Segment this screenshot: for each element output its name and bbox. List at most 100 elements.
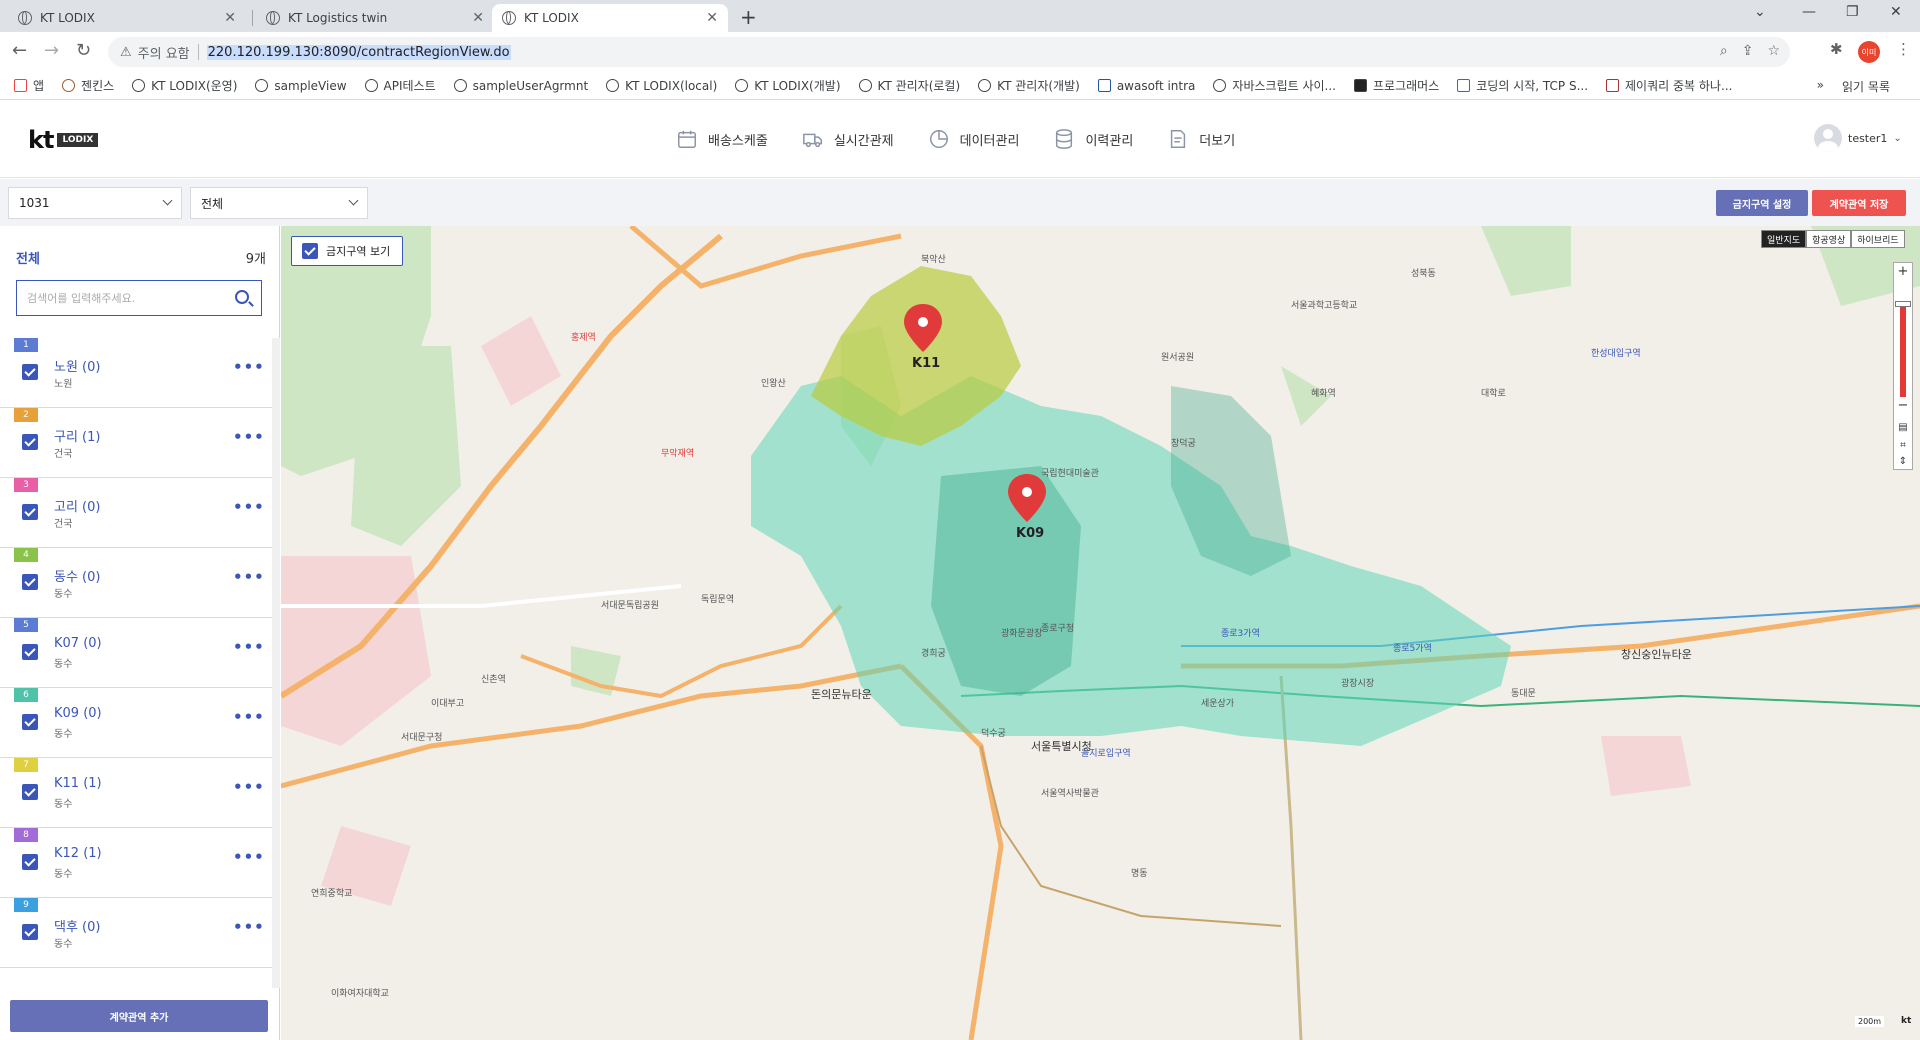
bookmark-item[interactable]: API테스트: [364, 77, 436, 94]
close-icon[interactable]: ✕: [706, 10, 718, 26]
bookmark-item[interactable]: sampleUserAgrmnt: [453, 79, 588, 93]
region-checkbox[interactable]: [22, 574, 38, 590]
region-checkbox[interactable]: [22, 854, 38, 870]
close-icon[interactable]: ✕: [472, 10, 484, 26]
share-icon[interactable]: ⇪: [1742, 43, 1754, 59]
menu-icon[interactable]: ⋮: [1896, 40, 1911, 58]
list-item[interactable]: 2 구리 (1) 건국 •••: [0, 408, 272, 478]
bookmark-star-icon[interactable]: ☆: [1767, 43, 1780, 59]
map-type-normal[interactable]: 일반지도: [1761, 230, 1807, 248]
bookmark-item[interactable]: 젠킨스: [62, 77, 114, 94]
more-icon[interactable]: •••: [233, 498, 265, 516]
restore-icon[interactable]: ❐: [1846, 4, 1859, 20]
bookmark-item[interactable]: 자바스크립트 사이...: [1213, 77, 1336, 94]
region-checkbox[interactable]: [22, 714, 38, 730]
kt-lodix-logo[interactable]: kt LODIX: [28, 126, 99, 154]
sidebar-scrollbar[interactable]: [272, 338, 280, 988]
region-checkbox[interactable]: [22, 504, 38, 520]
nav-delivery-schedule[interactable]: 배송스케줄: [676, 128, 768, 150]
list-item[interactable]: 9 댁후 (0) 동수 •••: [0, 898, 272, 968]
region-name[interactable]: 노원 (0): [54, 356, 100, 375]
back-icon[interactable]: ←: [12, 40, 27, 61]
region-checkbox[interactable]: [22, 644, 38, 660]
map-canvas[interactable]: [281, 226, 1920, 1040]
region-name[interactable]: K09 (0): [54, 706, 102, 721]
address-bar[interactable]: ⚠ 주의 요함 220.120.199.130:8090/contractReg…: [108, 37, 1790, 67]
list-item[interactable]: 3 고리 (0) 건국 •••: [0, 478, 272, 548]
minimize-icon[interactable]: —: [1802, 4, 1816, 20]
map-type-satellite[interactable]: 항공영상: [1806, 230, 1852, 248]
region-checkbox[interactable]: [22, 434, 38, 450]
more-icon[interactable]: •••: [233, 708, 265, 726]
bookmark-item[interactable]: sampleView: [255, 79, 347, 93]
search-input[interactable]: [27, 291, 227, 305]
map-tool-icon[interactable]: ▤: [1894, 419, 1912, 437]
show-no-go-zone-checkbox[interactable]: [302, 243, 318, 259]
region-name[interactable]: K07 (0): [54, 636, 102, 651]
list-item[interactable]: 1 노원 (0) 노원 •••: [0, 338, 272, 408]
more-icon[interactable]: •••: [233, 918, 265, 936]
zoom-out-icon[interactable]: −: [1894, 397, 1912, 415]
region-name[interactable]: 동수 (0): [54, 566, 100, 585]
region-name[interactable]: 댁후 (0): [54, 916, 100, 935]
region-search-box[interactable]: [16, 280, 262, 316]
nav-realtime-control[interactable]: 실시간관제: [802, 128, 894, 150]
bookmark-item[interactable]: 프로그래머스: [1354, 77, 1439, 94]
bookmark-item[interactable]: KT LODIX(local): [606, 79, 717, 93]
more-icon[interactable]: •••: [233, 848, 265, 866]
zoom-icon[interactable]: ⌕: [1720, 43, 1728, 59]
forward-icon[interactable]: →: [44, 40, 59, 61]
nav-more[interactable]: 더보기: [1167, 128, 1235, 150]
more-icon[interactable]: •••: [233, 428, 265, 446]
bookmark-item[interactable]: KT 관리자(로컬): [858, 77, 960, 94]
list-item[interactable]: 6 K09 (0) 동수 •••: [0, 688, 272, 758]
map-view[interactable]: K11 K09 서대문구청 서울특별시청 광화문광장 종로구청 국립현대미술관 …: [281, 226, 1920, 1040]
user-menu[interactable]: tester1 ⌄: [1814, 124, 1902, 152]
new-tab-icon[interactable]: +: [740, 5, 757, 29]
marker-k11-label[interactable]: K11: [912, 356, 940, 371]
close-icon[interactable]: ✕: [224, 10, 236, 26]
add-contract-region-button[interactable]: 계약관역 추가: [10, 1000, 268, 1032]
no-go-zone-setting-button[interactable]: 금지구역 설정: [1716, 190, 1808, 216]
more-icon[interactable]: •••: [233, 568, 265, 586]
bookmark-item[interactable]: KT LODIX(운영): [132, 77, 237, 94]
bookmark-apps[interactable]: 앱: [14, 77, 44, 94]
more-icon[interactable]: •••: [233, 638, 265, 656]
nav-history-management[interactable]: 이력관리: [1053, 128, 1133, 150]
type-select[interactable]: 전체: [190, 187, 368, 219]
zoom-slider-track[interactable]: [1900, 303, 1906, 397]
search-icon[interactable]: [235, 290, 249, 304]
more-icon[interactable]: •••: [233, 778, 265, 796]
reload-icon[interactable]: ↻: [76, 40, 91, 61]
browser-tab-3-active[interactable]: KT LODIX ✕: [492, 4, 728, 32]
more-icon[interactable]: •••: [233, 358, 265, 376]
map-type-hybrid[interactable]: 하이브리드: [1851, 230, 1905, 248]
region-name[interactable]: K11 (1): [54, 776, 102, 791]
marker-k09-label[interactable]: K09: [1016, 526, 1044, 541]
tab-search-icon[interactable]: ⌄: [1754, 4, 1766, 20]
region-checkbox[interactable]: [22, 924, 38, 940]
window-close-icon[interactable]: ✕: [1890, 4, 1902, 20]
browser-tab-2[interactable]: KT Logistics twin ✕: [256, 4, 494, 32]
region-name[interactable]: K12 (1): [54, 846, 102, 861]
bookmark-item[interactable]: awasoft intra: [1097, 79, 1195, 93]
reading-list[interactable]: 읽기 목록: [1842, 78, 1890, 95]
warning-icon[interactable]: ⚠: [120, 45, 132, 60]
region-checkbox[interactable]: [22, 784, 38, 800]
bookmark-item[interactable]: KT LODIX(개발): [735, 77, 841, 94]
save-contract-region-button[interactable]: 계약관역 저장: [1812, 190, 1906, 216]
browser-tab-1[interactable]: KT LODIX ✕: [8, 4, 246, 32]
list-item[interactable]: 8 K12 (1) 동수 •••: [0, 828, 272, 898]
list-item[interactable]: 7 K11 (1) 동수 •••: [0, 758, 272, 828]
show-no-go-zone-toggle[interactable]: 금지구역 보기: [291, 236, 404, 266]
bookmarks-overflow-icon[interactable]: »: [1817, 78, 1824, 95]
zoom-slider-handle[interactable]: [1895, 301, 1911, 307]
nav-data-management[interactable]: 데이터관리: [928, 128, 1019, 150]
contract-select[interactable]: 1031: [8, 187, 182, 219]
profile-avatar[interactable]: 이미: [1858, 41, 1880, 63]
list-item[interactable]: 4 동수 (0) 동수 •••: [0, 548, 272, 618]
all-label[interactable]: 전체: [16, 248, 40, 267]
region-name[interactable]: 고리 (0): [54, 496, 100, 515]
region-checkbox[interactable]: [22, 364, 38, 380]
bookmark-item[interactable]: 제이쿼리 중복 하나...: [1606, 77, 1732, 94]
